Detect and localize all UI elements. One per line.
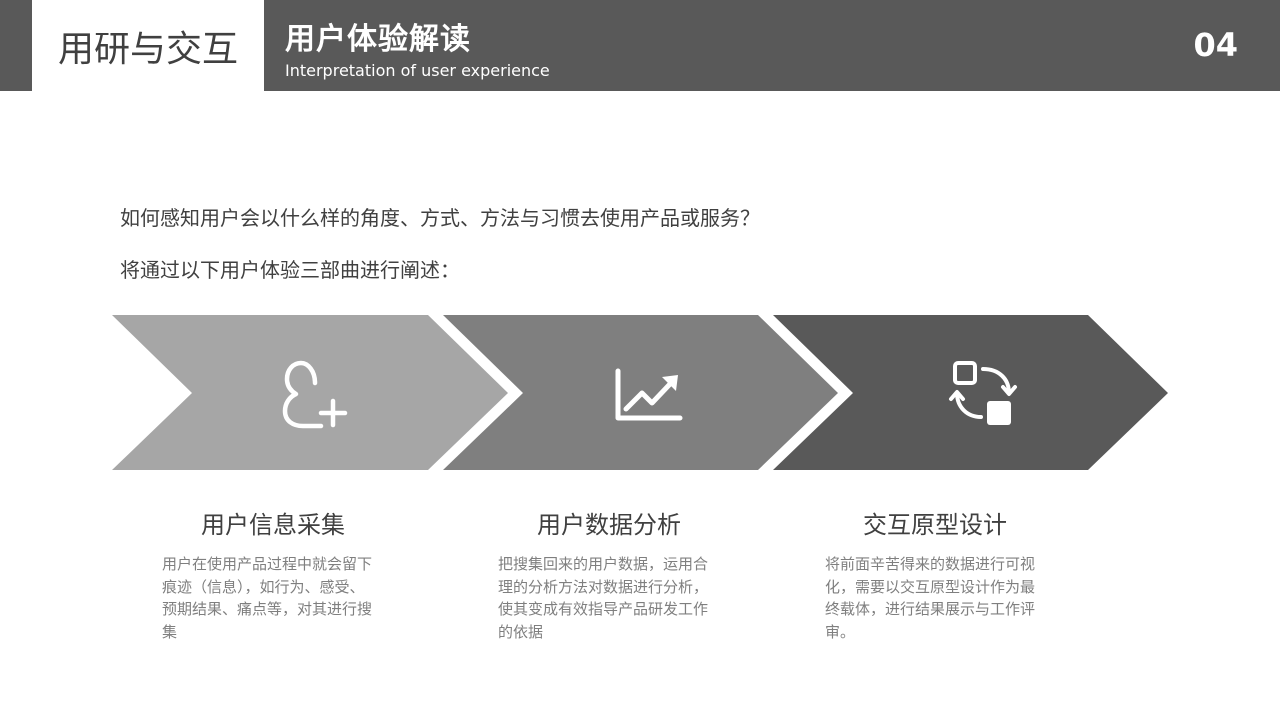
page-title: 用户体验解读	[285, 22, 471, 57]
intro-question: 如何感知用户会以什么样的角度、方式、方法与习惯去使用产品或服务？	[120, 206, 760, 230]
intro-statement: 将通过以下用户体验三部曲进行阐述：	[120, 258, 460, 282]
section-label: 用研与交互	[32, 0, 264, 91]
step-3-description: 将前面辛苦得来的数据进行可视化，需要以交互原型设计作为最终载体，进行结果展示与工…	[825, 555, 1036, 641]
transform-icon	[943, 353, 1023, 433]
step-2-description: 把搜集回来的用户数据，运用合理的分析方法对数据进行分析，使其变成有效指导产品研发…	[498, 555, 709, 641]
page-number: 04	[1193, 26, 1238, 64]
step-2-title: 用户数据分析	[537, 511, 681, 539]
page-subtitle: Interpretation of user experience	[285, 61, 550, 80]
chart-trend-icon	[608, 353, 688, 433]
user-add-icon	[275, 353, 355, 433]
step-3-title: 交互原型设计	[863, 511, 1007, 539]
step-1-description: 用户在使用产品过程中就会留下痕迹（信息），如行为、感受、预期结果、痛点等，对其进…	[162, 555, 373, 641]
step-1-title: 用户信息采集	[201, 511, 345, 539]
